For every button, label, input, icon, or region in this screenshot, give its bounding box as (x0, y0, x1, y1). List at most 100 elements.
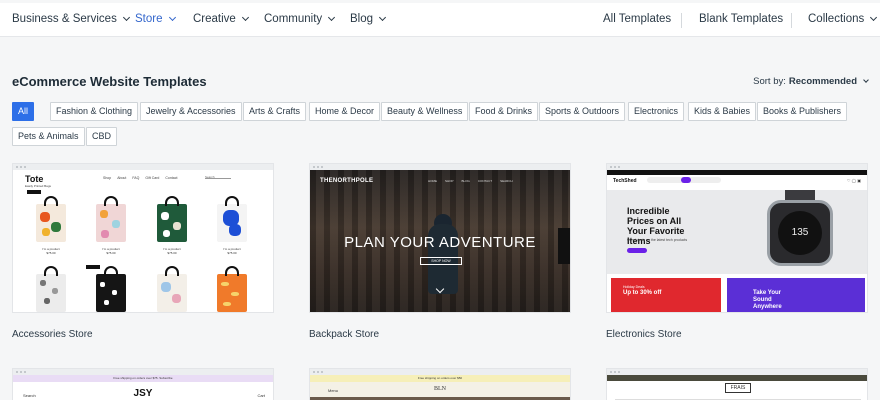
template-thumbnail-row2-2[interactable]: Free shipping on orders over $50 Menu BL… (309, 368, 571, 400)
nav-label: Store (135, 13, 163, 25)
product-image (96, 266, 126, 312)
preview-badge (27, 190, 41, 194)
preview-menu-item: Gift Card (145, 176, 160, 180)
announcement-bar (607, 375, 867, 381)
filter-chip-arts-crafts[interactable]: Arts & Crafts (243, 102, 307, 121)
nav-blank-templates[interactable]: Blank Templates (699, 13, 783, 25)
preview-menu-item: CONTACT (477, 179, 493, 183)
chevron-down-icon (863, 77, 869, 83)
chevron-down-icon (870, 13, 878, 22)
product-image (36, 196, 66, 242)
preview-menu-item: SEARCH (500, 179, 513, 183)
template-thumbnail-row2-3[interactable]: FRAIS (606, 368, 868, 400)
preview-logo: THENORTHPOLE (320, 178, 374, 184)
preview-cart: Cart (257, 393, 265, 398)
template-name[interactable]: Backpack Store (309, 329, 379, 340)
nav-divider (681, 13, 682, 28)
nav-community[interactable]: Community (264, 13, 336, 25)
nav-label: Blank Templates (699, 13, 784, 25)
template-thumbnail-electronics-store[interactable]: TechShed ♡ ◯ ▣ Incredible Prices on All … (606, 163, 868, 313)
template-thumbnail-row2-1[interactable]: Free shipping on orders over $75. Subscr… (12, 368, 274, 400)
filter-chip-kids-babies[interactable]: Kids & Babies (688, 102, 757, 121)
nav-label: Collections (808, 13, 865, 25)
filter-chip-fashion-clothing[interactable]: Fashion & Clothing (50, 102, 139, 121)
preview-logo: JSY (133, 388, 153, 399)
nav-label: All Templates (603, 13, 672, 25)
promo-text: Take Your Sound Anywhere (753, 290, 782, 310)
preview-logo: BLN (434, 386, 446, 392)
preview-logo: FRAIS (725, 383, 751, 393)
nav-label: Community (264, 13, 323, 25)
filter-chip-books-publishers[interactable]: Books & Publishers (757, 102, 848, 121)
chevron-down-icon (378, 13, 387, 22)
nav-label: Blog (350, 13, 374, 25)
template-thumbnail-backpack-store[interactable]: THENORTHPOLE HOME SHOP BLOG CONTACT SEAR… (309, 163, 571, 313)
preview-menu: HOME SHOP BLOG CONTACT SEARCH (428, 179, 513, 183)
product-price: $75.00 (167, 251, 177, 255)
browser-bar (13, 164, 273, 170)
nav-label: Business & Services (12, 13, 117, 25)
filter-chip-beauty-wellness[interactable]: Beauty & Wellness (381, 102, 469, 121)
nav-label: Creative (193, 13, 236, 25)
product-image (217, 266, 247, 312)
filter-chip-home-decor[interactable]: Home & Decor (309, 102, 381, 121)
announcement-bar (607, 170, 867, 175)
nav-all-templates[interactable]: All Templates (603, 13, 671, 25)
sort-label: Sort by: (753, 76, 786, 87)
preview-button: SHOP NOW (420, 257, 462, 265)
product-price: $75.00 (227, 251, 237, 255)
chevron-down-icon (168, 13, 176, 22)
product-price: $75.00 (106, 251, 116, 255)
preview-menu-item: SHOP (445, 179, 454, 183)
preview-subtext: Great deals on the latest tech products (627, 238, 688, 242)
preview-headline: PLAN YOUR ADVENTURE (344, 234, 536, 251)
preview-menu-item: Shop (103, 176, 112, 180)
filter-chip-food-drinks[interactable]: Food & Drinks (469, 102, 539, 121)
product-image (96, 196, 126, 242)
filter-chip-electronics[interactable]: Electronics (628, 102, 685, 121)
social-sidebar (558, 228, 570, 264)
filter-chip-sports-outdoors[interactable]: Sports & Outdoors (539, 102, 626, 121)
filter-chip-jewelry-accessories[interactable]: Jewelry & Accessories (140, 102, 242, 121)
chevron-down-icon (328, 13, 336, 22)
top-navigation: Business & Services Store Creative Commu… (0, 3, 880, 37)
preview-logo: Tote (25, 174, 44, 184)
watch-face: 135 (778, 211, 822, 255)
preview-tagline: Easily Printed Bags (25, 184, 52, 188)
product-image (157, 196, 187, 242)
nav-store[interactable]: Store (135, 13, 176, 25)
preview-badge (86, 265, 100, 269)
product-image (36, 266, 66, 312)
template-name[interactable]: Accessories Store (12, 329, 93, 340)
page-title: eCommerce Website Templates (12, 74, 207, 89)
preview-search-button (681, 177, 691, 183)
announcement-bar: Free shipping on orders over $50 (310, 375, 570, 382)
nav-business-services[interactable]: Business & Services (12, 13, 130, 25)
filter-chip-pets-animals[interactable]: Pets & Animals (12, 127, 85, 146)
filter-chip-all[interactable]: All (12, 102, 35, 121)
nav-creative[interactable]: Creative (193, 13, 249, 25)
product-image (217, 196, 247, 242)
preview-icons: ♡ ◯ ▣ (846, 178, 861, 183)
nav-divider (791, 13, 792, 28)
product-image (157, 266, 187, 312)
sort-dropdown[interactable]: Sort by: Recommended (753, 76, 869, 87)
preview-menu: Shop About FAQ Gift Card Contact (103, 176, 177, 180)
template-thumbnail-accessories-store[interactable]: Tote Easily Printed Bags Shop About FAQ … (12, 163, 274, 313)
filter-chip-cbd[interactable]: CBD (86, 127, 118, 146)
preview-menu-item: Contact (165, 176, 178, 180)
preview-menu-item: FAQ (132, 176, 140, 180)
template-name[interactable]: Electronics Store (606, 329, 682, 340)
promo-text: Up to 30% off (623, 290, 662, 296)
preview-search: Search (205, 175, 231, 179)
preview-button (627, 248, 647, 253)
chevron-down-icon (122, 13, 130, 22)
nav-blog[interactable]: Blog (350, 13, 387, 25)
preview-menu-item: About (117, 176, 127, 180)
preview-menu-item: BLOG (461, 179, 470, 183)
preview-logo: TechShed (613, 178, 637, 184)
nav-collections[interactable]: Collections (808, 13, 878, 25)
chevron-down-icon (241, 13, 249, 22)
product-price: $75.00 (46, 251, 56, 255)
preview-menu-item: HOME (428, 179, 437, 183)
